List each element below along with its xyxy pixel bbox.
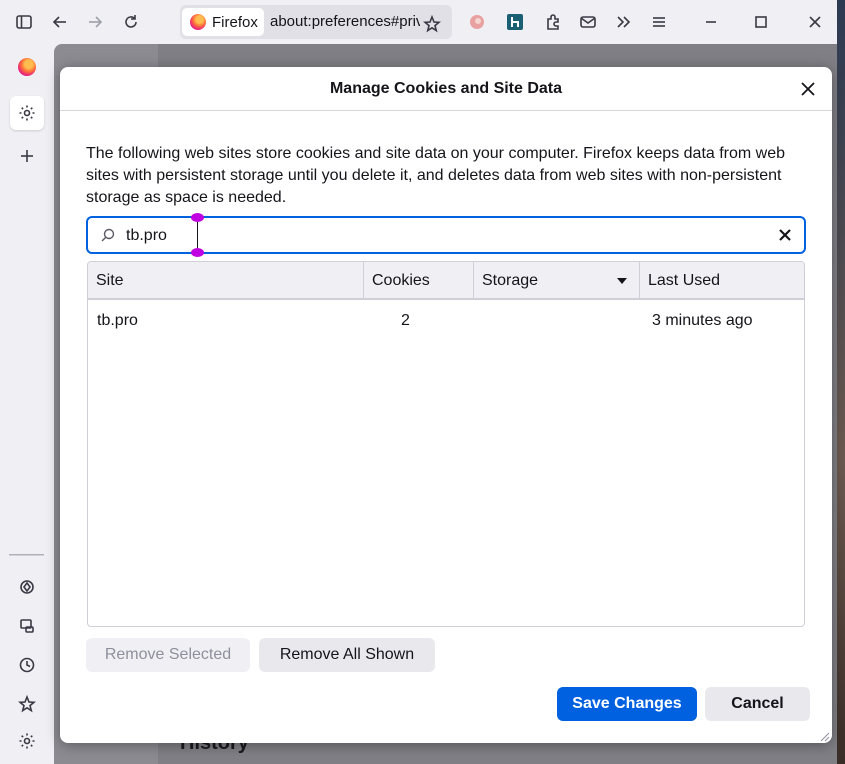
identity-label: Firefox bbox=[212, 13, 258, 31]
sidebar-customize-icon[interactable] bbox=[10, 724, 44, 758]
row-last-used: 3 minutes ago bbox=[652, 312, 753, 329]
desktop-edge bbox=[837, 0, 845, 764]
sidebar-add-icon[interactable] bbox=[10, 139, 44, 173]
back-icon[interactable] bbox=[46, 8, 74, 36]
forward-icon[interactable] bbox=[81, 8, 109, 36]
column-header-site[interactable]: Site bbox=[88, 262, 364, 298]
table-row[interactable]: tb.pro 2 3 minutes ago bbox=[88, 302, 804, 342]
dialog-description: The following web sites store cookies an… bbox=[86, 145, 786, 206]
menu-hamburger-icon[interactable] bbox=[645, 8, 673, 36]
cancel-button[interactable]: Cancel bbox=[705, 687, 810, 721]
column-header-last-used[interactable]: Last Used bbox=[640, 262, 804, 298]
clear-search-icon[interactable] bbox=[778, 228, 794, 244]
column-header-storage-label: Storage bbox=[482, 272, 539, 289]
extensions-puzzle-icon[interactable] bbox=[539, 8, 567, 36]
row-cookies: 2 bbox=[401, 312, 410, 329]
sites-table: Site Cookies Storage Last Used tb.pro 2 … bbox=[87, 261, 805, 627]
caret-handle-bottom[interactable] bbox=[191, 248, 204, 257]
site-search-field[interactable]: tb.pro bbox=[86, 213, 806, 257]
window-minimize-icon[interactable] bbox=[697, 8, 725, 36]
identity-box[interactable]: Firefox bbox=[182, 8, 264, 36]
url-text[interactable]: about:preferences#privacy bbox=[270, 13, 420, 30]
extension-avatar-icon[interactable] bbox=[463, 8, 491, 36]
sidebar bbox=[0, 44, 54, 764]
sidebar-toggle-icon[interactable] bbox=[10, 8, 38, 36]
text-caret bbox=[197, 222, 198, 248]
dialog-title: Manage Cookies and Site Data bbox=[60, 67, 832, 111]
browser-toolbar: Firefox about:preferences#privacy bbox=[0, 0, 845, 44]
extension-b-icon[interactable] bbox=[501, 8, 529, 36]
search-icon bbox=[100, 227, 116, 243]
sort-descending-icon bbox=[617, 278, 627, 284]
table-header: Site Cookies Storage Last Used bbox=[88, 262, 804, 300]
bookmark-star-icon[interactable] bbox=[418, 10, 446, 38]
sidebar-firefox-view-icon[interactable] bbox=[10, 50, 44, 84]
mail-icon[interactable] bbox=[574, 8, 602, 36]
window-maximize-icon[interactable] bbox=[747, 8, 775, 36]
sidebar-ai-chatbot-icon[interactable] bbox=[10, 570, 44, 604]
column-header-storage[interactable]: Storage bbox=[474, 262, 640, 298]
overflow-chevrons-icon[interactable] bbox=[610, 8, 638, 36]
resize-grip-icon[interactable] bbox=[818, 729, 830, 742]
sidebar-divider bbox=[9, 554, 44, 556]
reload-icon[interactable] bbox=[117, 8, 145, 36]
row-site: tb.pro bbox=[97, 312, 138, 329]
dialog-close-icon[interactable] bbox=[796, 77, 820, 101]
column-header-cookies[interactable]: Cookies bbox=[364, 262, 474, 298]
sidebar-synced-tabs-icon[interactable] bbox=[10, 609, 44, 643]
firefox-logo-icon bbox=[190, 14, 206, 30]
sidebar-settings-icon[interactable] bbox=[10, 96, 44, 130]
url-bar[interactable]: Firefox about:preferences#privacy bbox=[180, 5, 452, 39]
manage-cookies-dialog: Manage Cookies and Site Data The followi… bbox=[60, 67, 832, 743]
remove-all-shown-button[interactable]: Remove All Shown bbox=[259, 638, 435, 672]
caret-handle-top[interactable] bbox=[191, 213, 204, 222]
remove-selected-button[interactable]: Remove Selected bbox=[86, 638, 250, 672]
search-input[interactable]: tb.pro bbox=[126, 227, 167, 245]
sidebar-bookmarks-icon[interactable] bbox=[10, 687, 44, 721]
sidebar-history-icon[interactable] bbox=[10, 648, 44, 682]
window-close-icon[interactable] bbox=[801, 8, 829, 36]
save-changes-button[interactable]: Save Changes bbox=[557, 687, 697, 721]
